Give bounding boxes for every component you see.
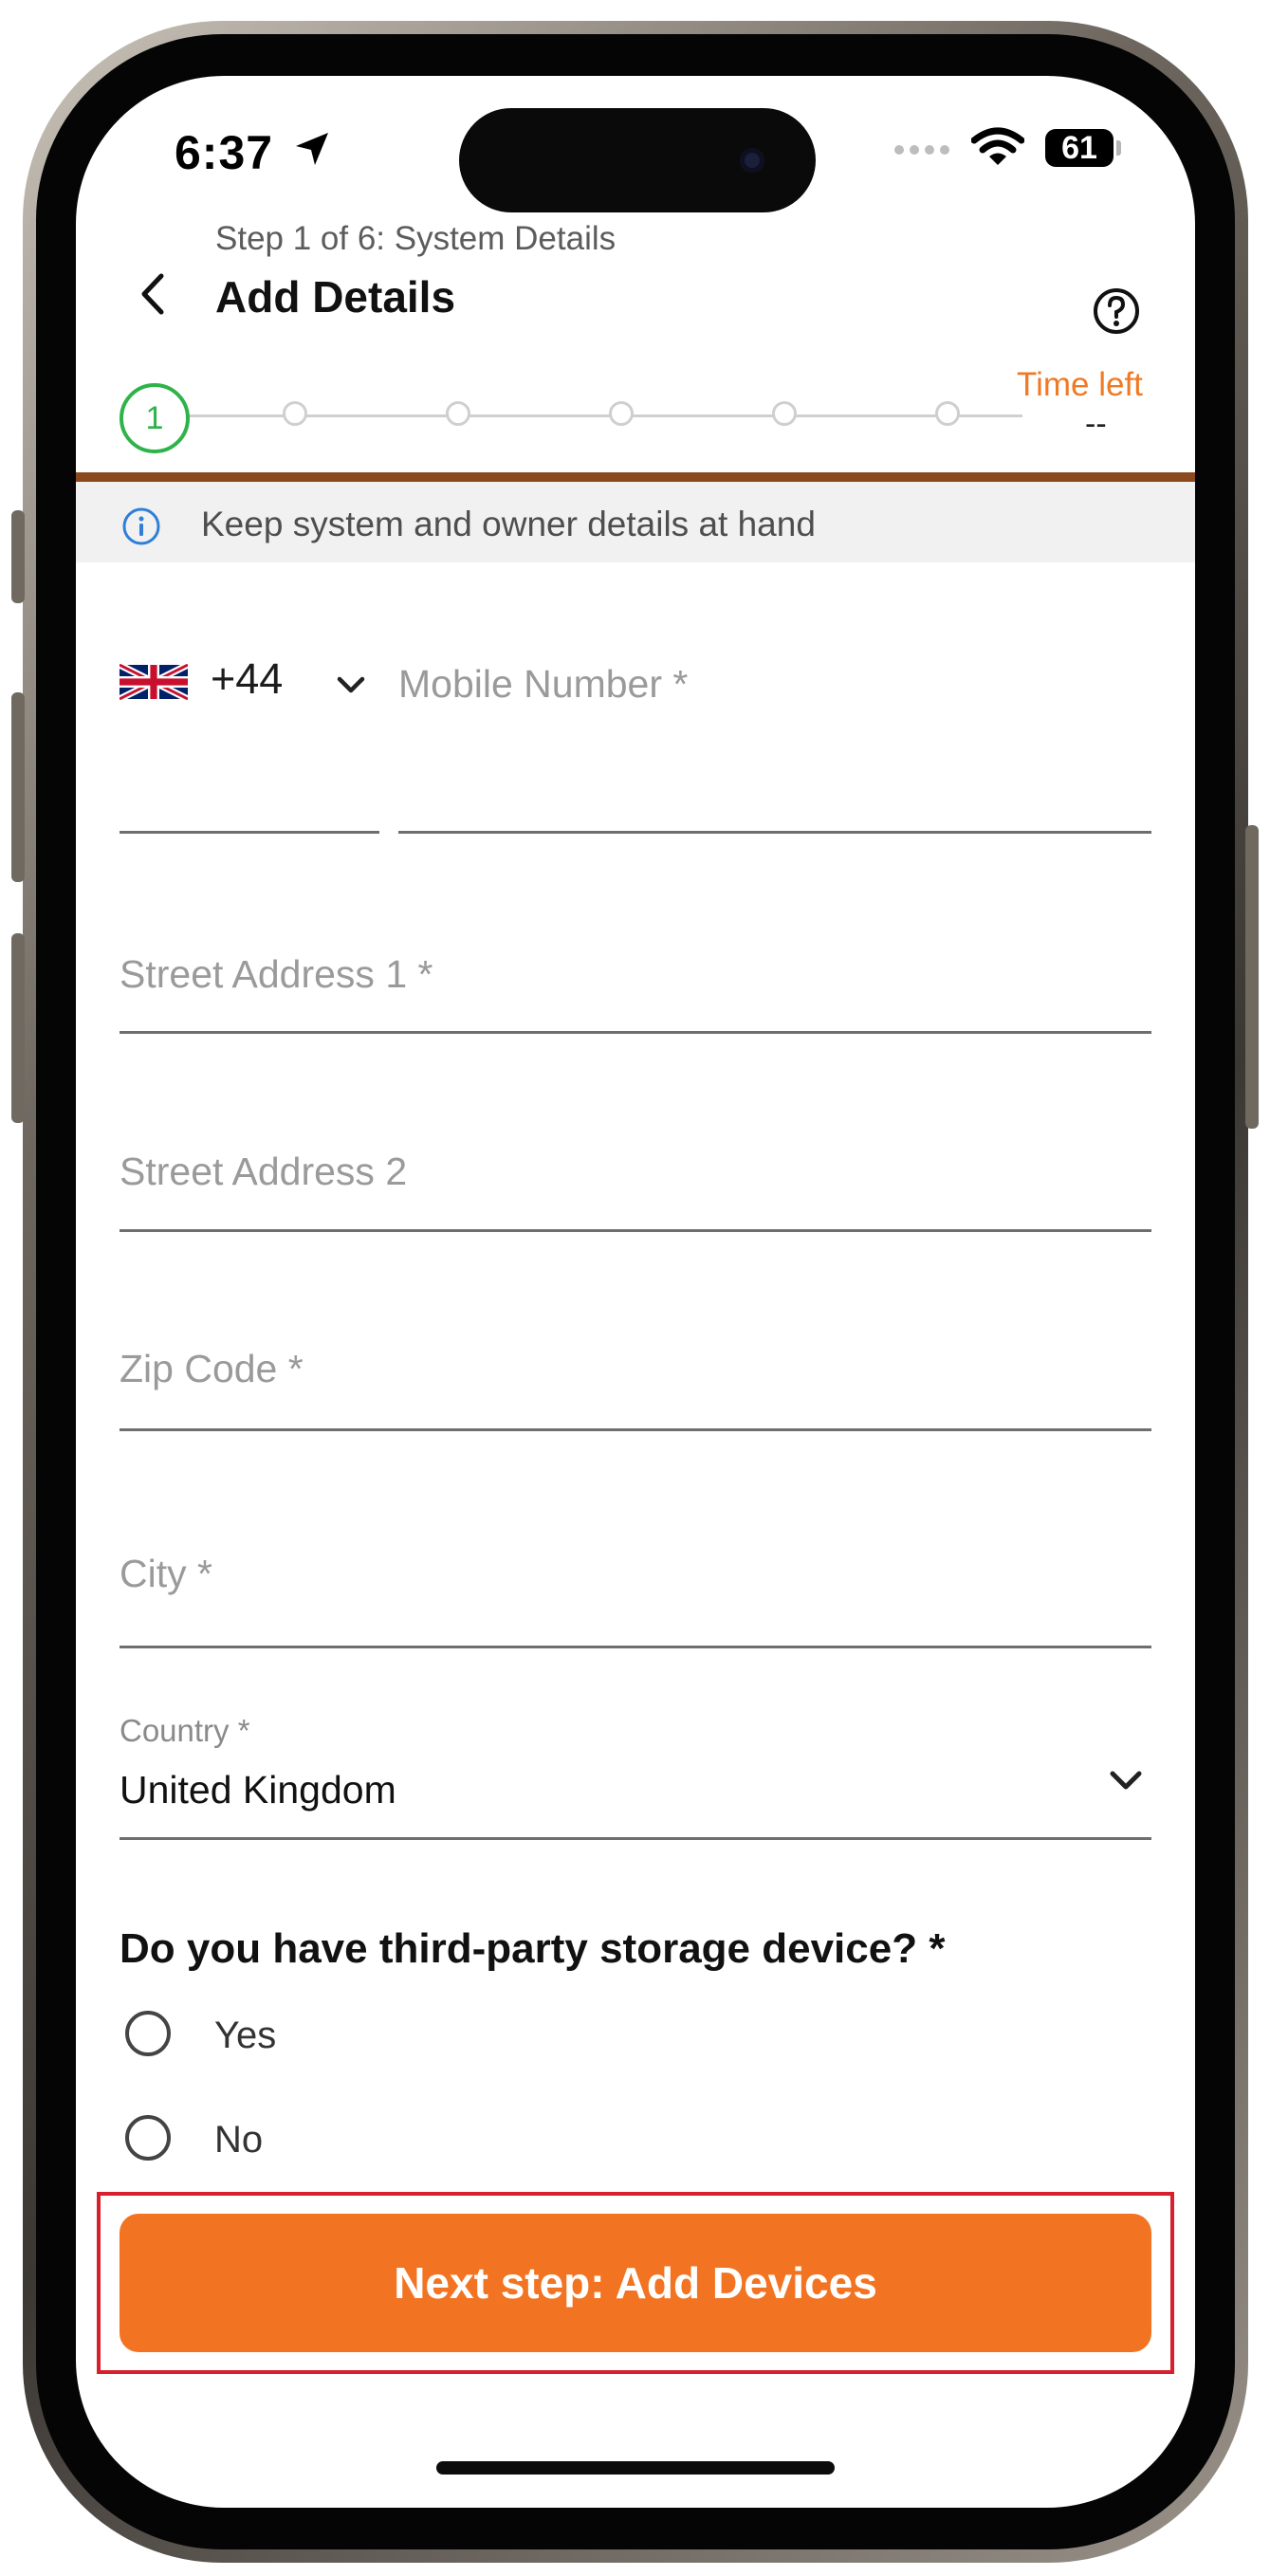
- chevron-down-icon: [1110, 1771, 1142, 1790]
- storage-question: Do you have third-party storage device? …: [120, 1925, 946, 1972]
- zip-code-underline: [120, 1428, 1151, 1431]
- step-active-indicator: 1: [120, 383, 190, 453]
- uk-flag-icon: [120, 664, 188, 700]
- step-dot-6: [935, 401, 960, 426]
- volume-up-button: [11, 692, 25, 882]
- street-address-1-field[interactable]: Street Address 1 *: [120, 929, 1151, 1034]
- street-address-1-underline: [120, 1031, 1151, 1034]
- mobile-number-underline: [398, 831, 1151, 834]
- status-time: 6:37: [175, 126, 274, 179]
- zip-code-field[interactable]: Zip Code *: [120, 1328, 1151, 1432]
- country-select[interactable]: Country * United Kingdom: [120, 1641, 1151, 1812]
- info-icon: [122, 507, 160, 545]
- street-address-2-underline: [120, 1229, 1151, 1232]
- step-label: Step 1 of 6: System Details: [215, 220, 617, 257]
- street-address-2-field[interactable]: Street Address 2: [120, 1129, 1151, 1233]
- zip-code-placeholder: Zip Code *: [120, 1347, 304, 1390]
- next-step-button[interactable]: Next step: Add Devices: [120, 2214, 1151, 2352]
- mobile-number-placeholder: Mobile Number *: [398, 662, 689, 706]
- home-indicator[interactable]: [436, 2461, 835, 2475]
- location-arrow-icon: [296, 133, 328, 165]
- progress-bar: [76, 472, 1195, 482]
- time-left-label: Time left: [1017, 366, 1143, 403]
- country-label: Country *: [120, 1713, 250, 1748]
- battery-tip: [1116, 140, 1121, 156]
- stepper-track: [188, 414, 1022, 417]
- action-button: [11, 510, 25, 603]
- info-banner-text: Keep system and owner details at hand: [201, 505, 816, 543]
- city-placeholder: City *: [120, 1552, 212, 1595]
- side-button: [1245, 825, 1259, 1129]
- radio-yes-label: Yes: [214, 2015, 277, 2056]
- country-code-underline: [120, 831, 379, 834]
- chevron-down-icon: [337, 676, 365, 693]
- step-dot-5: [772, 401, 797, 426]
- back-chevron-icon[interactable]: [131, 270, 178, 318]
- city-field[interactable]: City *: [120, 1536, 1151, 1641]
- radio-option-yes[interactable]: Yes: [120, 2001, 499, 2068]
- radio-option-no[interactable]: No: [120, 2106, 499, 2172]
- volume-down-button: [11, 933, 25, 1123]
- time-left-value: --: [1085, 406, 1107, 442]
- step-dot-2: [283, 401, 307, 426]
- step-dot-3: [446, 401, 470, 426]
- country-underline: [120, 1837, 1151, 1840]
- country-code: +44: [211, 654, 284, 703]
- country-value: United Kingdom: [120, 1768, 396, 1812]
- step-dot-4: [609, 401, 634, 426]
- help-icon[interactable]: [1092, 286, 1141, 336]
- mobile-number-field[interactable]: Mobile Number *: [398, 645, 1151, 835]
- battery-indicator: 61: [1045, 129, 1114, 167]
- street-address-2-placeholder: Street Address 2: [120, 1150, 408, 1193]
- street-address-1-placeholder: Street Address 1 *: [120, 952, 433, 996]
- wifi-icon: [971, 127, 1024, 165]
- front-camera: [740, 148, 764, 173]
- radio-no-label: No: [214, 2119, 264, 2161]
- radio-no-circle[interactable]: [125, 2115, 171, 2161]
- app-screen: 6:37 61 Step 1 of 6: System Details Add …: [76, 76, 1195, 2508]
- page-title: Add Details: [215, 272, 456, 322]
- country-code-selector[interactable]: +44: [120, 645, 379, 835]
- cellular-signal-icon: [894, 145, 949, 155]
- radio-yes-circle[interactable]: [125, 2011, 171, 2056]
